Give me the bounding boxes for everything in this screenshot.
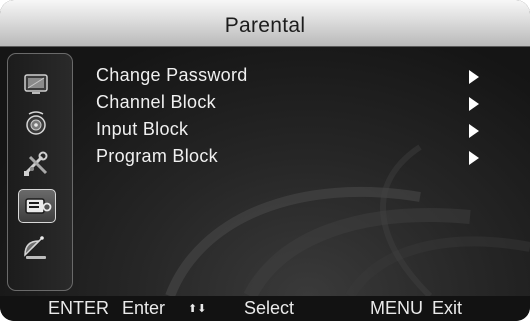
page-title: Parental — [224, 14, 306, 37]
menu-item-label: Change Password — [96, 65, 248, 85]
sidebar-category-bar — [7, 53, 73, 291]
picture-icon[interactable] — [20, 70, 52, 98]
enter-action-hint: Enter — [122, 298, 166, 318]
right-arrow-icon — [469, 97, 479, 111]
menu-panel: Change Password Channel Block Input Bloc… — [0, 47, 530, 296]
right-arrow-icon — [469, 151, 479, 165]
menu-item-label: Program Block — [96, 146, 218, 166]
menu-item-program-block[interactable]: Program Block — [96, 144, 496, 171]
select-action-hint: Select — [244, 298, 295, 318]
menu-key-hint: MENU — [370, 298, 423, 318]
sound-icon[interactable] — [20, 110, 52, 138]
channel-antenna-icon[interactable] — [20, 235, 52, 263]
right-arrow-icon — [469, 124, 479, 138]
menu-item-label: Input Block — [96, 119, 189, 139]
parental-menu-list: Change Password Channel Block Input Bloc… — [96, 63, 496, 171]
right-arrow-icon — [469, 70, 479, 84]
title-bar: Parental — [0, 0, 530, 47]
up-down-arrows-icon: ⬆⬇ — [188, 303, 207, 315]
exit-action-hint: Exit — [432, 298, 463, 318]
key-hint-bar: ENTER Enter ⬆⬇ Select MENU Exit — [0, 296, 530, 321]
menu-item-input-block[interactable]: Input Block — [96, 117, 496, 144]
tv-osd-menu: Parental Change Password Channel Block I… — [0, 0, 530, 321]
parental-lock-icon[interactable] — [18, 189, 56, 223]
menu-item-change-password[interactable]: Change Password — [96, 63, 496, 90]
menu-item-label: Channel Block — [96, 92, 216, 112]
enter-key-hint: ENTER — [48, 298, 110, 318]
menu-item-channel-block[interactable]: Channel Block — [96, 90, 496, 117]
setup-tools-icon[interactable] — [20, 151, 52, 179]
